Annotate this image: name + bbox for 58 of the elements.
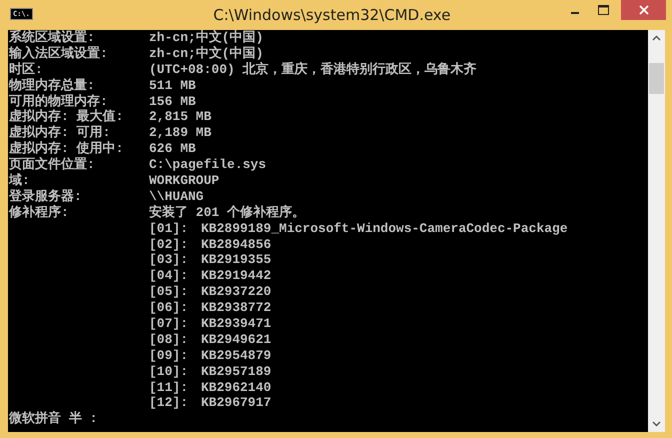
scroll-up-icon[interactable]: [652, 35, 661, 41]
hotfix-index: [03]:: [149, 252, 190, 268]
hotfix-id: KB2962140: [201, 380, 272, 396]
info-label: 登录服务器:: [9, 188, 83, 204]
scrollbar-thumb[interactable]: [649, 63, 664, 94]
hotfix-id: KB2894856: [201, 236, 272, 252]
hotfix-index: [09]:: [149, 348, 190, 364]
info-value: 511 MB: [149, 78, 196, 94]
hotfix-id: KB2967917: [201, 395, 272, 412]
close-button[interactable]: [621, 0, 666, 20]
hotfix-index: [02]:: [149, 236, 190, 252]
info-value: WORKGROUP: [149, 173, 220, 189]
vertical-scrollbar[interactable]: [648, 30, 665, 432]
scroll-down-icon[interactable]: [652, 421, 661, 427]
info-label: 虚拟内存: 可用:: [9, 125, 112, 140]
ime-status: 微软拼音 半 :: [9, 411, 98, 428]
hotfix-index: [08]:: [149, 332, 190, 348]
info-label: 修补程序:: [9, 204, 70, 221]
info-value: zh-cn;中文(中国): [149, 46, 264, 62]
info-label: 域:: [9, 173, 31, 189]
info-label: 虚拟内存: 使用中:: [9, 141, 124, 156]
info-label: 虚拟内存: 最大值:: [9, 109, 124, 124]
hotfix-index: [07]:: [149, 316, 190, 332]
hotfix-id: KB2919442: [201, 268, 272, 284]
window-title: C:\Windows\system32\CMD.exe: [212, 6, 452, 24]
hotfix-index: [05]:: [149, 284, 190, 300]
hotfix-id: KB2954879: [201, 348, 272, 364]
hotfix-id: KB2899189_Microsoft-Windows-CameraCodec-Package: [201, 220, 568, 237]
info-label: 物理内存总量:: [9, 78, 96, 94]
hotfix-index: [11]:: [149, 380, 190, 396]
info-label: 可用的物理内存:: [9, 94, 109, 109]
hotfix-id: KB2919355: [201, 252, 272, 268]
info-value: C:\pagefile.sys: [149, 157, 266, 174]
hotfix-index: [04]:: [149, 268, 190, 284]
info-label: 页面文件位置:: [9, 157, 96, 173]
info-value: \\HUANG: [149, 188, 204, 204]
hotfix-id: KB2938772: [201, 300, 272, 316]
maximize-icon: [598, 5, 608, 15]
info-value: 2,189 MB: [149, 125, 212, 142]
hotfix-id: KB2949621: [201, 332, 272, 348]
minimize-icon: [571, 12, 579, 14]
info-label: 输入法区域设置:: [9, 46, 109, 62]
info-label: 时区:: [9, 62, 44, 78]
close-icon: [638, 5, 648, 15]
info-value: zh-cn;中文(中国): [149, 30, 264, 46]
hotfix-id: KB2957189: [201, 364, 272, 380]
info-value: 安装了 201 个修补程序。: [149, 204, 306, 221]
hotfix-id: KB2939471: [201, 316, 272, 332]
hotfix-index: [01]:: [149, 220, 190, 237]
info-label: 系统区域设置:: [9, 30, 96, 46]
info-value: (UTC+08:00) 北京，重庆，香港特别行政区，乌鲁木齐: [149, 62, 477, 78]
info-value: 626 MB: [149, 141, 196, 158]
info-value: 2,815 MB: [149, 109, 212, 126]
info-value: 156 MB: [149, 94, 196, 110]
hotfix-index: [12]:: [149, 395, 190, 412]
hotfix-index: [06]:: [149, 300, 190, 316]
hotfix-id: KB2937220: [201, 284, 272, 300]
hotfix-index: [10]:: [149, 364, 190, 380]
